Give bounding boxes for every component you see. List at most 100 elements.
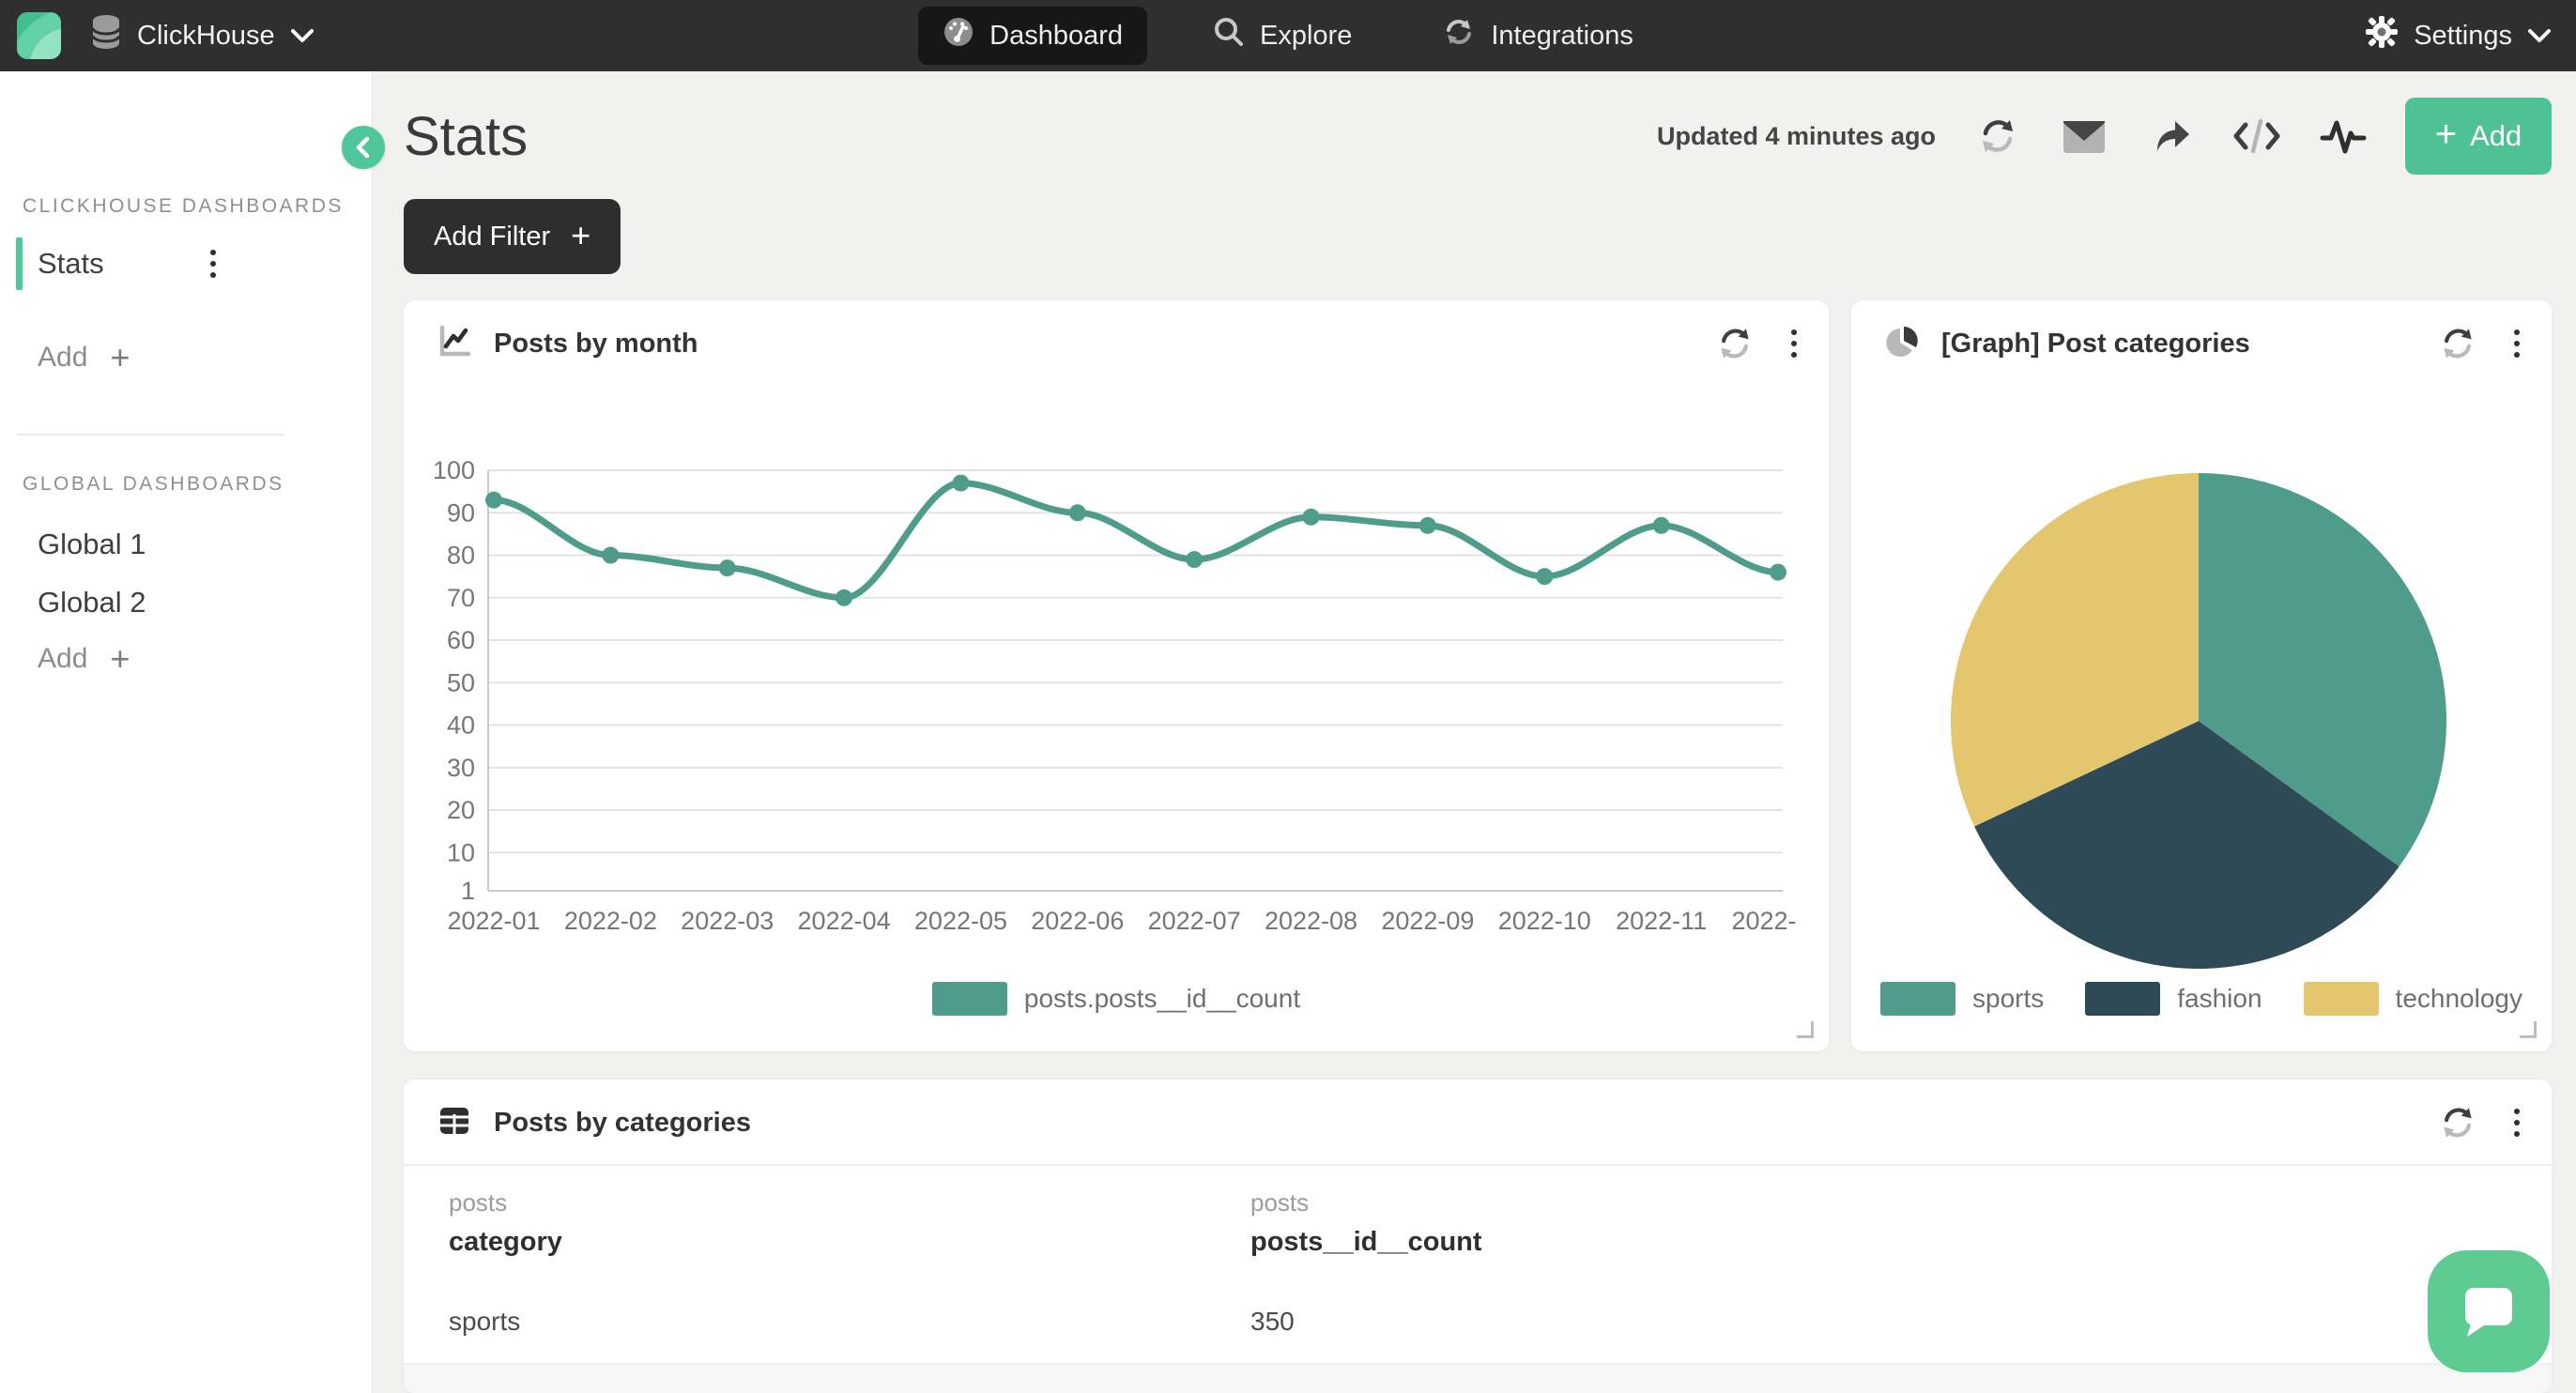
x-tick-label: 2022-02: [564, 907, 657, 935]
data-point[interactable]: [1186, 551, 1203, 568]
chevron-left-icon: [353, 135, 374, 160]
kebab-menu-icon[interactable]: [210, 250, 216, 278]
plus-icon: +: [2435, 115, 2457, 153]
data-point[interactable]: [1303, 509, 1320, 526]
data-point[interactable]: [1770, 564, 1786, 581]
sidebar-item-global-1[interactable]: Global 1: [0, 522, 319, 567]
card-refresh-button[interactable]: [2433, 1098, 2482, 1147]
card-kebab-menu[interactable]: [2514, 1109, 2520, 1137]
legend-item[interactable]: sports: [1880, 982, 2044, 1016]
page-title: Stats: [404, 105, 528, 168]
dashboard-header: Stats Updated 4 minutes ago: [404, 89, 2552, 183]
legend-item[interactable]: fashion: [2085, 982, 2262, 1016]
card-post-categories: [Graph] Post categories sports fashion tec…: [1851, 300, 2552, 1051]
pie-chart: [1851, 432, 2552, 995]
table-column-headers: postscategorypostsposts__id__count: [404, 1166, 2552, 1279]
data-point[interactable]: [1536, 568, 1553, 585]
data-point[interactable]: [602, 547, 619, 564]
table-row: sports350: [404, 1279, 2552, 1365]
x-tick-label: 2022-06: [1031, 907, 1124, 935]
column-header[interactable]: posts posts__id__count: [1250, 1188, 2507, 1258]
column-name-label: category: [449, 1227, 1250, 1258]
plus-icon: +: [110, 642, 130, 676]
x-tick-label: 2022-07: [1148, 907, 1241, 935]
add-dashboard-button[interactable]: Add +: [38, 341, 130, 375]
card-header: [Graph] Post categories: [1851, 300, 2552, 387]
refresh-button[interactable]: [1973, 112, 2022, 161]
legend-label: sports: [1972, 984, 2044, 1014]
table-cell: sports: [449, 1307, 1250, 1337]
data-point[interactable]: [952, 475, 969, 492]
legend-swatch: [932, 982, 1007, 1016]
activity-pulse-button[interactable]: [2319, 112, 2368, 161]
data-point[interactable]: [485, 492, 502, 509]
table-row: fashion329: [404, 1365, 2552, 1393]
code-embed-button[interactable]: [2232, 112, 2281, 161]
data-point[interactable]: [836, 589, 852, 606]
tab-integrations[interactable]: Integrations: [1418, 7, 1658, 65]
column-header[interactable]: posts category: [449, 1188, 1250, 1258]
line-chart-legend: posts.posts__id__count: [404, 982, 1829, 1016]
sidebar: CLICKHOUSE DASHBOARDS Stats Add + GLOBAL…: [0, 71, 373, 1393]
add-label: Add: [38, 342, 87, 374]
data-point[interactable]: [1653, 517, 1670, 534]
card-title: [Graph] Post categories: [1941, 329, 2250, 360]
add-tile-button[interactable]: + Add: [2405, 98, 2552, 175]
x-tick-label: 2022-08: [1265, 907, 1357, 935]
sidebar-collapse-button[interactable]: [342, 126, 385, 169]
card-resize-handle[interactable]: [2520, 1021, 2537, 1038]
table-body: sports350fashion329: [404, 1279, 2552, 1393]
line-chart: 10090807060504030201012022-012022-022022…: [426, 402, 1797, 965]
column-name-label: posts__id__count: [1250, 1227, 2507, 1258]
sidebar-item-stats[interactable]: Stats: [0, 237, 319, 290]
x-tick-label: 2022-10: [1498, 907, 1591, 935]
card-refresh-button[interactable]: [1710, 319, 1759, 368]
add-filter-button[interactable]: Add Filter +: [404, 199, 621, 274]
active-indicator: [16, 237, 23, 290]
sidebar-divider: [17, 434, 284, 436]
tab-dashboard[interactable]: Dashboard: [918, 7, 1147, 65]
legend-swatch: [2085, 982, 2160, 1016]
nav-tabs: Dashboard Explore: [0, 0, 2576, 71]
table-cell: 350: [1250, 1307, 2507, 1337]
speech-bubble-icon: [2458, 1282, 2520, 1340]
gear-icon: [2365, 15, 2399, 56]
card-kebab-menu[interactable]: [2514, 329, 2520, 358]
settings-menu[interactable]: Settings: [2365, 0, 2552, 71]
add-label: Add: [2470, 119, 2522, 153]
tab-explore[interactable]: Explore: [1188, 7, 1376, 65]
sidebar-item-global-2[interactable]: Global 2: [0, 580, 319, 625]
legend-item[interactable]: technology: [2304, 982, 2522, 1016]
email-button[interactable]: [2060, 112, 2108, 161]
card-posts-by-categories: Posts by categories postscategorypostspo…: [404, 1079, 2552, 1393]
data-point[interactable]: [719, 559, 736, 576]
card-header: Posts by categories: [404, 1079, 2552, 1166]
line-chart-icon: [436, 323, 473, 365]
data-point[interactable]: [1419, 517, 1436, 534]
column-group-label: posts: [449, 1188, 1250, 1217]
card-header: Posts by month: [404, 300, 1829, 387]
sidebar-item-label: Stats: [38, 247, 104, 281]
data-point[interactable]: [1069, 504, 1086, 521]
x-tick-label: 2022-09: [1381, 907, 1474, 935]
tab-label: Explore: [1260, 21, 1352, 52]
y-tick-label: 70: [447, 584, 475, 612]
add-global-dashboard-button[interactable]: Add +: [38, 642, 130, 676]
card-kebab-menu[interactable]: [1791, 329, 1797, 358]
chat-widget-button[interactable]: [2428, 1250, 2550, 1372]
legend-label: fashion: [2177, 984, 2262, 1014]
column-group-label: posts: [1250, 1188, 2507, 1217]
card-refresh-button[interactable]: [2433, 319, 2482, 368]
legend-item[interactable]: posts.posts__id__count: [932, 982, 1300, 1016]
card-resize-handle[interactable]: [1797, 1021, 1814, 1038]
legend-swatch: [2304, 982, 2379, 1016]
plus-icon: +: [110, 341, 130, 375]
legend-swatch: [1880, 982, 1955, 1016]
share-button[interactable]: [2146, 112, 2195, 161]
pie-chart-legend: sports fashion technology: [1851, 982, 2552, 1016]
x-tick-label: 2022-11: [1616, 907, 1707, 935]
plus-icon: +: [571, 219, 590, 253]
y-tick-label: 100: [433, 456, 475, 484]
gauge-icon: [943, 16, 974, 55]
sidebar-item-label: Global 2: [38, 586, 146, 620]
